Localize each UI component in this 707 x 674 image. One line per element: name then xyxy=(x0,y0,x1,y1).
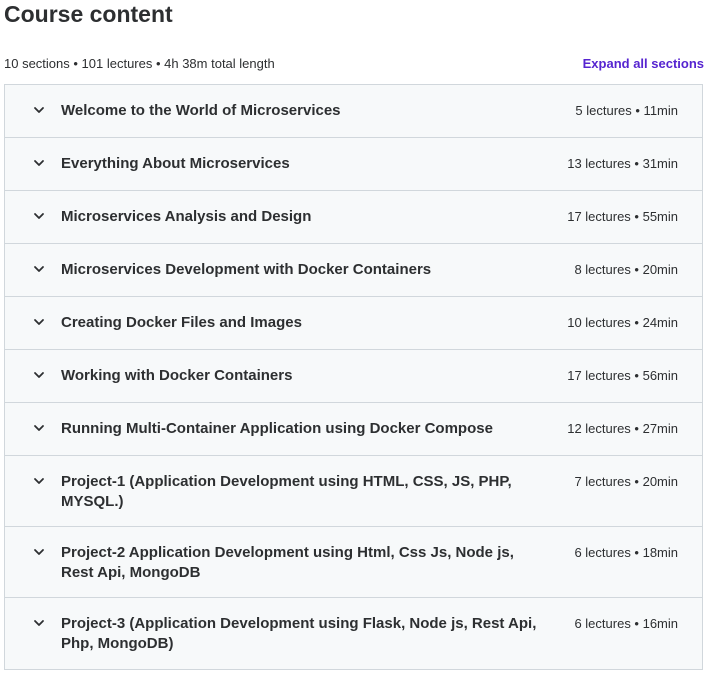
section-meta: 17 lectures • 55min xyxy=(567,209,678,224)
summary-row: 10 sections • 101 lectures • 4h 38m tota… xyxy=(4,54,704,72)
chevron-down-icon xyxy=(33,210,45,222)
section-title: Working with Docker Containers xyxy=(61,367,293,384)
section-accordion-10[interactable]: Project-3 (Application Development using… xyxy=(5,598,702,669)
chevron-down-icon xyxy=(33,157,45,169)
chevron-down-icon xyxy=(33,263,45,275)
section-accordion-5[interactable]: Creating Docker Files and Images 10 lect… xyxy=(5,297,702,350)
section-accordion-6[interactable]: Working with Docker Containers 17 lectur… xyxy=(5,350,702,403)
section-title: Microservices Analysis and Design xyxy=(61,208,312,225)
chevron-down-icon xyxy=(33,475,45,487)
section-title: Project-2 Application Development using … xyxy=(61,544,514,581)
chevron-down-icon xyxy=(33,546,45,558)
section-accordion-9[interactable]: Project-2 Application Development using … xyxy=(5,527,702,598)
section-title: Running Multi-Container Application usin… xyxy=(61,420,493,437)
section-title: Project-3 (Application Development using… xyxy=(61,615,537,652)
section-accordion-8[interactable]: Project-1 (Application Development using… xyxy=(5,456,702,527)
section-accordion-2[interactable]: Everything About Microservices 13 lectur… xyxy=(5,138,702,191)
section-meta: 12 lectures • 27min xyxy=(567,421,678,436)
section-title: Welcome to the World of Microservices xyxy=(61,102,341,119)
section-accordion-4[interactable]: Microservices Development with Docker Co… xyxy=(5,244,702,297)
section-meta: 6 lectures • 16min xyxy=(574,616,678,631)
chevron-down-icon xyxy=(33,369,45,381)
sections-list: Welcome to the World of Microservices 5 … xyxy=(4,84,703,670)
section-meta: 8 lectures • 20min xyxy=(574,262,678,277)
expand-all-sections-button[interactable]: Expand all sections xyxy=(583,56,704,71)
chevron-down-icon xyxy=(33,316,45,328)
chevron-down-icon xyxy=(33,422,45,434)
section-meta: 13 lectures • 31min xyxy=(567,156,678,171)
chevron-down-icon xyxy=(33,617,45,629)
section-meta: 17 lectures • 56min xyxy=(567,368,678,383)
section-meta: 6 lectures • 18min xyxy=(574,545,678,560)
section-meta: 7 lectures • 20min xyxy=(574,474,678,489)
section-title: Creating Docker Files and Images xyxy=(61,314,302,331)
section-title: Microservices Development with Docker Co… xyxy=(61,261,432,278)
page-title: Course content xyxy=(4,1,173,27)
section-meta: 5 lectures • 11min xyxy=(575,103,678,118)
section-title: Project-1 (Application Development using… xyxy=(61,473,512,510)
course-content-panel: Course content 10 sections • 101 lecture… xyxy=(0,0,707,674)
section-accordion-3[interactable]: Microservices Analysis and Design 17 lec… xyxy=(5,191,702,244)
section-accordion-7[interactable]: Running Multi-Container Application usin… xyxy=(5,403,702,456)
section-meta: 10 lectures • 24min xyxy=(567,315,678,330)
course-summary: 10 sections • 101 lectures • 4h 38m tota… xyxy=(4,55,275,71)
section-accordion-1[interactable]: Welcome to the World of Microservices 5 … xyxy=(5,85,702,138)
section-title: Everything About Microservices xyxy=(61,155,290,172)
chevron-down-icon xyxy=(33,104,45,116)
